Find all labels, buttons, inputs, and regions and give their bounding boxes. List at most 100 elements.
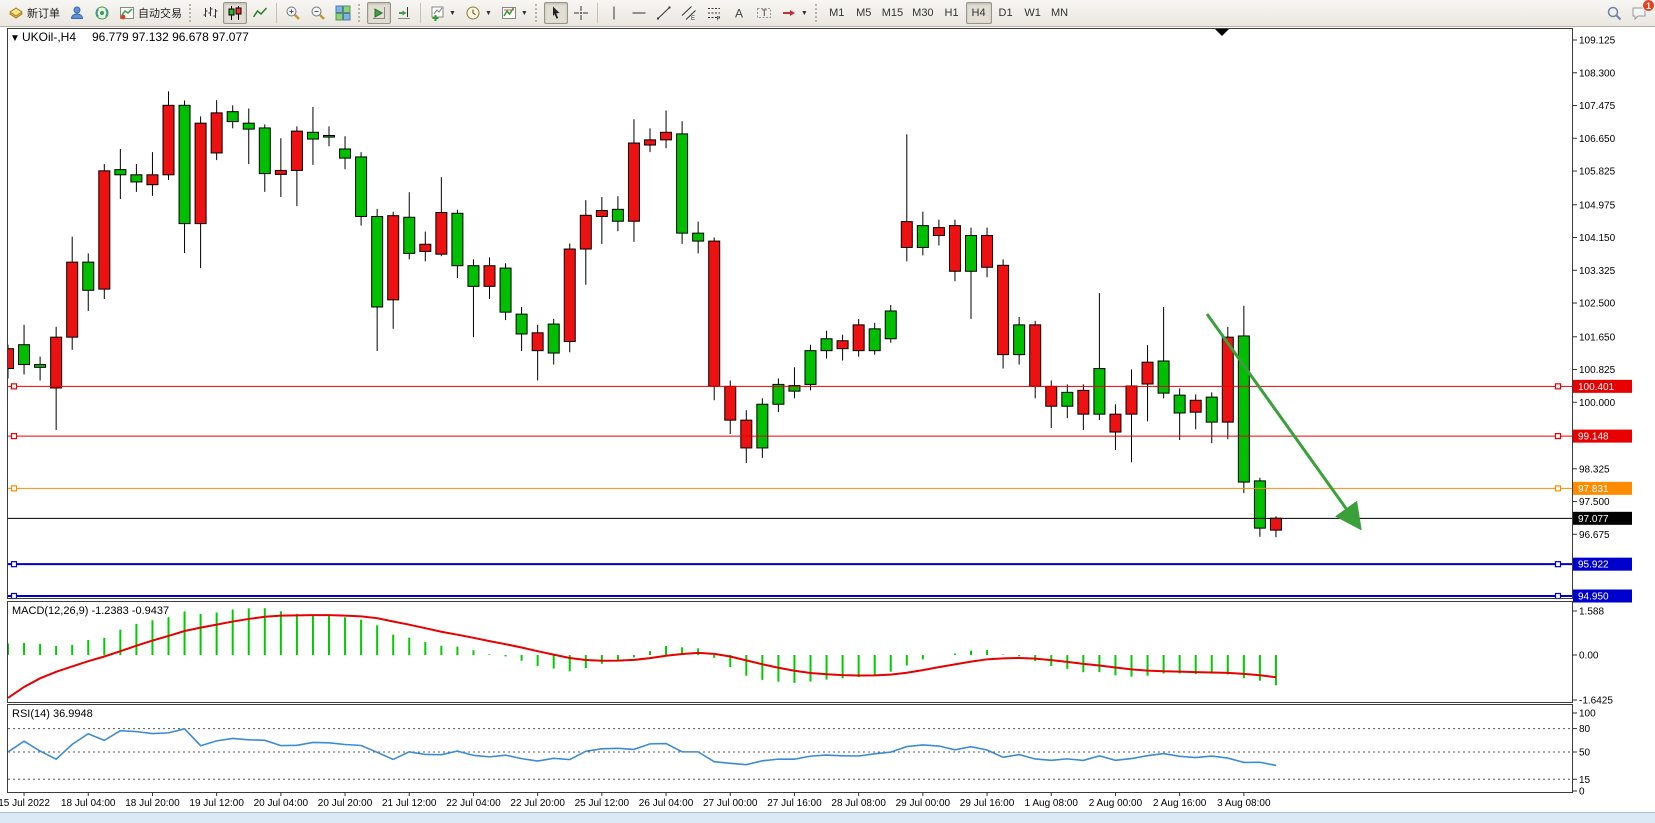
time-axis-label: 29 Jul 16:00 (960, 798, 1015, 809)
crosshair-tool-button[interactable] (569, 2, 593, 24)
candle-body (564, 249, 575, 342)
time-axis-label: 2 Aug 00:00 (1089, 798, 1143, 809)
chart-title-dropdown: ▼ (10, 33, 20, 44)
zoom-in-button[interactable] (281, 2, 305, 24)
candle-body (1030, 325, 1041, 387)
candle-body (1062, 392, 1073, 406)
candle-body (933, 228, 944, 236)
text-label-tool-button[interactable]: T (752, 2, 776, 24)
line-handle[interactable] (12, 434, 17, 439)
candle-body (709, 241, 720, 386)
time-axis-label: 3 Aug 08:00 (1217, 798, 1271, 809)
price-tick-label: 98.325 (1579, 464, 1610, 475)
toolbar-grip (535, 4, 539, 22)
price-tick-label: 106.650 (1579, 134, 1616, 145)
template-chart-icon (501, 5, 517, 21)
broadcast-button[interactable] (90, 2, 114, 24)
timeframe-M5[interactable]: M5 (851, 2, 877, 24)
line-handle[interactable] (1556, 486, 1561, 491)
arrows-tool-button[interactable]: ▼ (777, 2, 812, 24)
vertical-line-tool-button[interactable] (602, 2, 626, 24)
auto-trading-label: 自动交易 (138, 5, 182, 21)
timeframe-D1[interactable]: D1 (993, 2, 1019, 24)
line-handle[interactable] (1556, 594, 1561, 599)
chart-shift-button[interactable] (392, 2, 416, 24)
candle-body (356, 157, 367, 217)
toolbar-grip (358, 4, 362, 22)
line-handle[interactable] (12, 562, 17, 567)
candle-body (1046, 386, 1057, 406)
cursor-tool-button[interactable] (544, 2, 568, 24)
timeframe-W1[interactable]: W1 (1020, 2, 1046, 24)
rsi-label: RSI(14) 36.9948 (12, 708, 93, 720)
zoom-out-button[interactable] (306, 2, 330, 24)
new-chart-icon (429, 5, 445, 21)
chart-canvas[interactable]: 109.125108.300107.475106.650105.825104.9… (0, 0, 1655, 823)
timeframe-M15[interactable]: M15 (878, 2, 907, 24)
candle-body (837, 341, 848, 349)
fibonacci-icon: F (706, 5, 722, 21)
chevron-down-icon: ▼ (485, 10, 492, 17)
chart-type-candles-button[interactable] (223, 2, 247, 24)
new-order-button[interactable]: 新订单 (4, 2, 64, 24)
fibonacci-tool-button[interactable]: F (702, 2, 726, 24)
channel-tool-button[interactable]: E (677, 2, 701, 24)
candle-body (853, 325, 864, 351)
periods-button[interactable]: ▼ (461, 2, 496, 24)
line-handle[interactable] (12, 486, 17, 491)
candle-body (468, 266, 479, 287)
timeframe-M30[interactable]: M30 (908, 2, 937, 24)
svg-text:E: E (691, 16, 695, 21)
tile-windows-icon (335, 5, 351, 21)
timeframe-bar: M1M5M15M30H1H4D1W1MN (824, 2, 1073, 24)
line-handle[interactable] (12, 384, 17, 389)
line-handle[interactable] (1556, 384, 1561, 389)
candle-body (211, 113, 222, 153)
timeframe-MN[interactable]: MN (1047, 2, 1073, 24)
timeframe-M1[interactable]: M1 (824, 2, 850, 24)
chart-type-line-button[interactable] (248, 2, 272, 24)
templates-button[interactable]: ▼ (497, 2, 532, 24)
candle-body (966, 236, 977, 272)
chart-title: UKOil-,H4 (22, 30, 76, 44)
auto-trading-button[interactable]: 自动交易 (115, 2, 186, 24)
price-tick-label: 100.825 (1579, 365, 1616, 376)
candle-body (677, 134, 688, 233)
auto-scroll-button[interactable] (367, 2, 391, 24)
candle-body (324, 135, 335, 137)
chart-ohlc-quote: 96.779 97.132 96.678 97.077 (92, 30, 249, 44)
horizontal-line-tool-button[interactable] (627, 2, 651, 24)
line-handle[interactable] (12, 594, 17, 599)
candle-body (645, 140, 656, 145)
trendline-tool-button[interactable] (652, 2, 676, 24)
community-button[interactable] (65, 2, 89, 24)
candle-body (115, 170, 126, 175)
line-handle[interactable] (1556, 434, 1561, 439)
tile-windows-button[interactable] (331, 2, 355, 24)
line-handle[interactable] (1556, 562, 1561, 567)
candle-body (35, 365, 46, 368)
price-tick-label: 107.475 (1579, 101, 1616, 112)
search-button[interactable] (1602, 2, 1626, 24)
candle-body (227, 112, 238, 122)
candle-body (998, 265, 1009, 354)
timeframe-H4[interactable]: H4 (966, 2, 992, 24)
new-order-label: 新订单 (27, 5, 60, 21)
timeframe-H1[interactable]: H1 (939, 2, 965, 24)
time-axis-label: 28 Jul 08:00 (831, 798, 886, 809)
price-tick-label: 96.675 (1579, 530, 1610, 541)
candle-body (612, 209, 623, 221)
chart-shift-icon (396, 5, 412, 21)
macd-tick-label: -1.6425 (1579, 696, 1613, 707)
search-icon (1606, 5, 1622, 21)
chart-type-bars-button[interactable] (198, 2, 222, 24)
time-axis-label: 22 Jul 04:00 (446, 798, 501, 809)
candle-body (99, 171, 110, 289)
price-tick-label: 104.975 (1579, 200, 1616, 211)
price-tick-label: 105.825 (1579, 167, 1616, 178)
price-badge-label: 97.831 (1578, 484, 1609, 495)
toolbar-grip (189, 4, 193, 22)
toolbar-separator (597, 3, 598, 23)
text-tool-button[interactable]: A (727, 2, 751, 24)
new-chart-button[interactable]: ▼ (425, 2, 460, 24)
